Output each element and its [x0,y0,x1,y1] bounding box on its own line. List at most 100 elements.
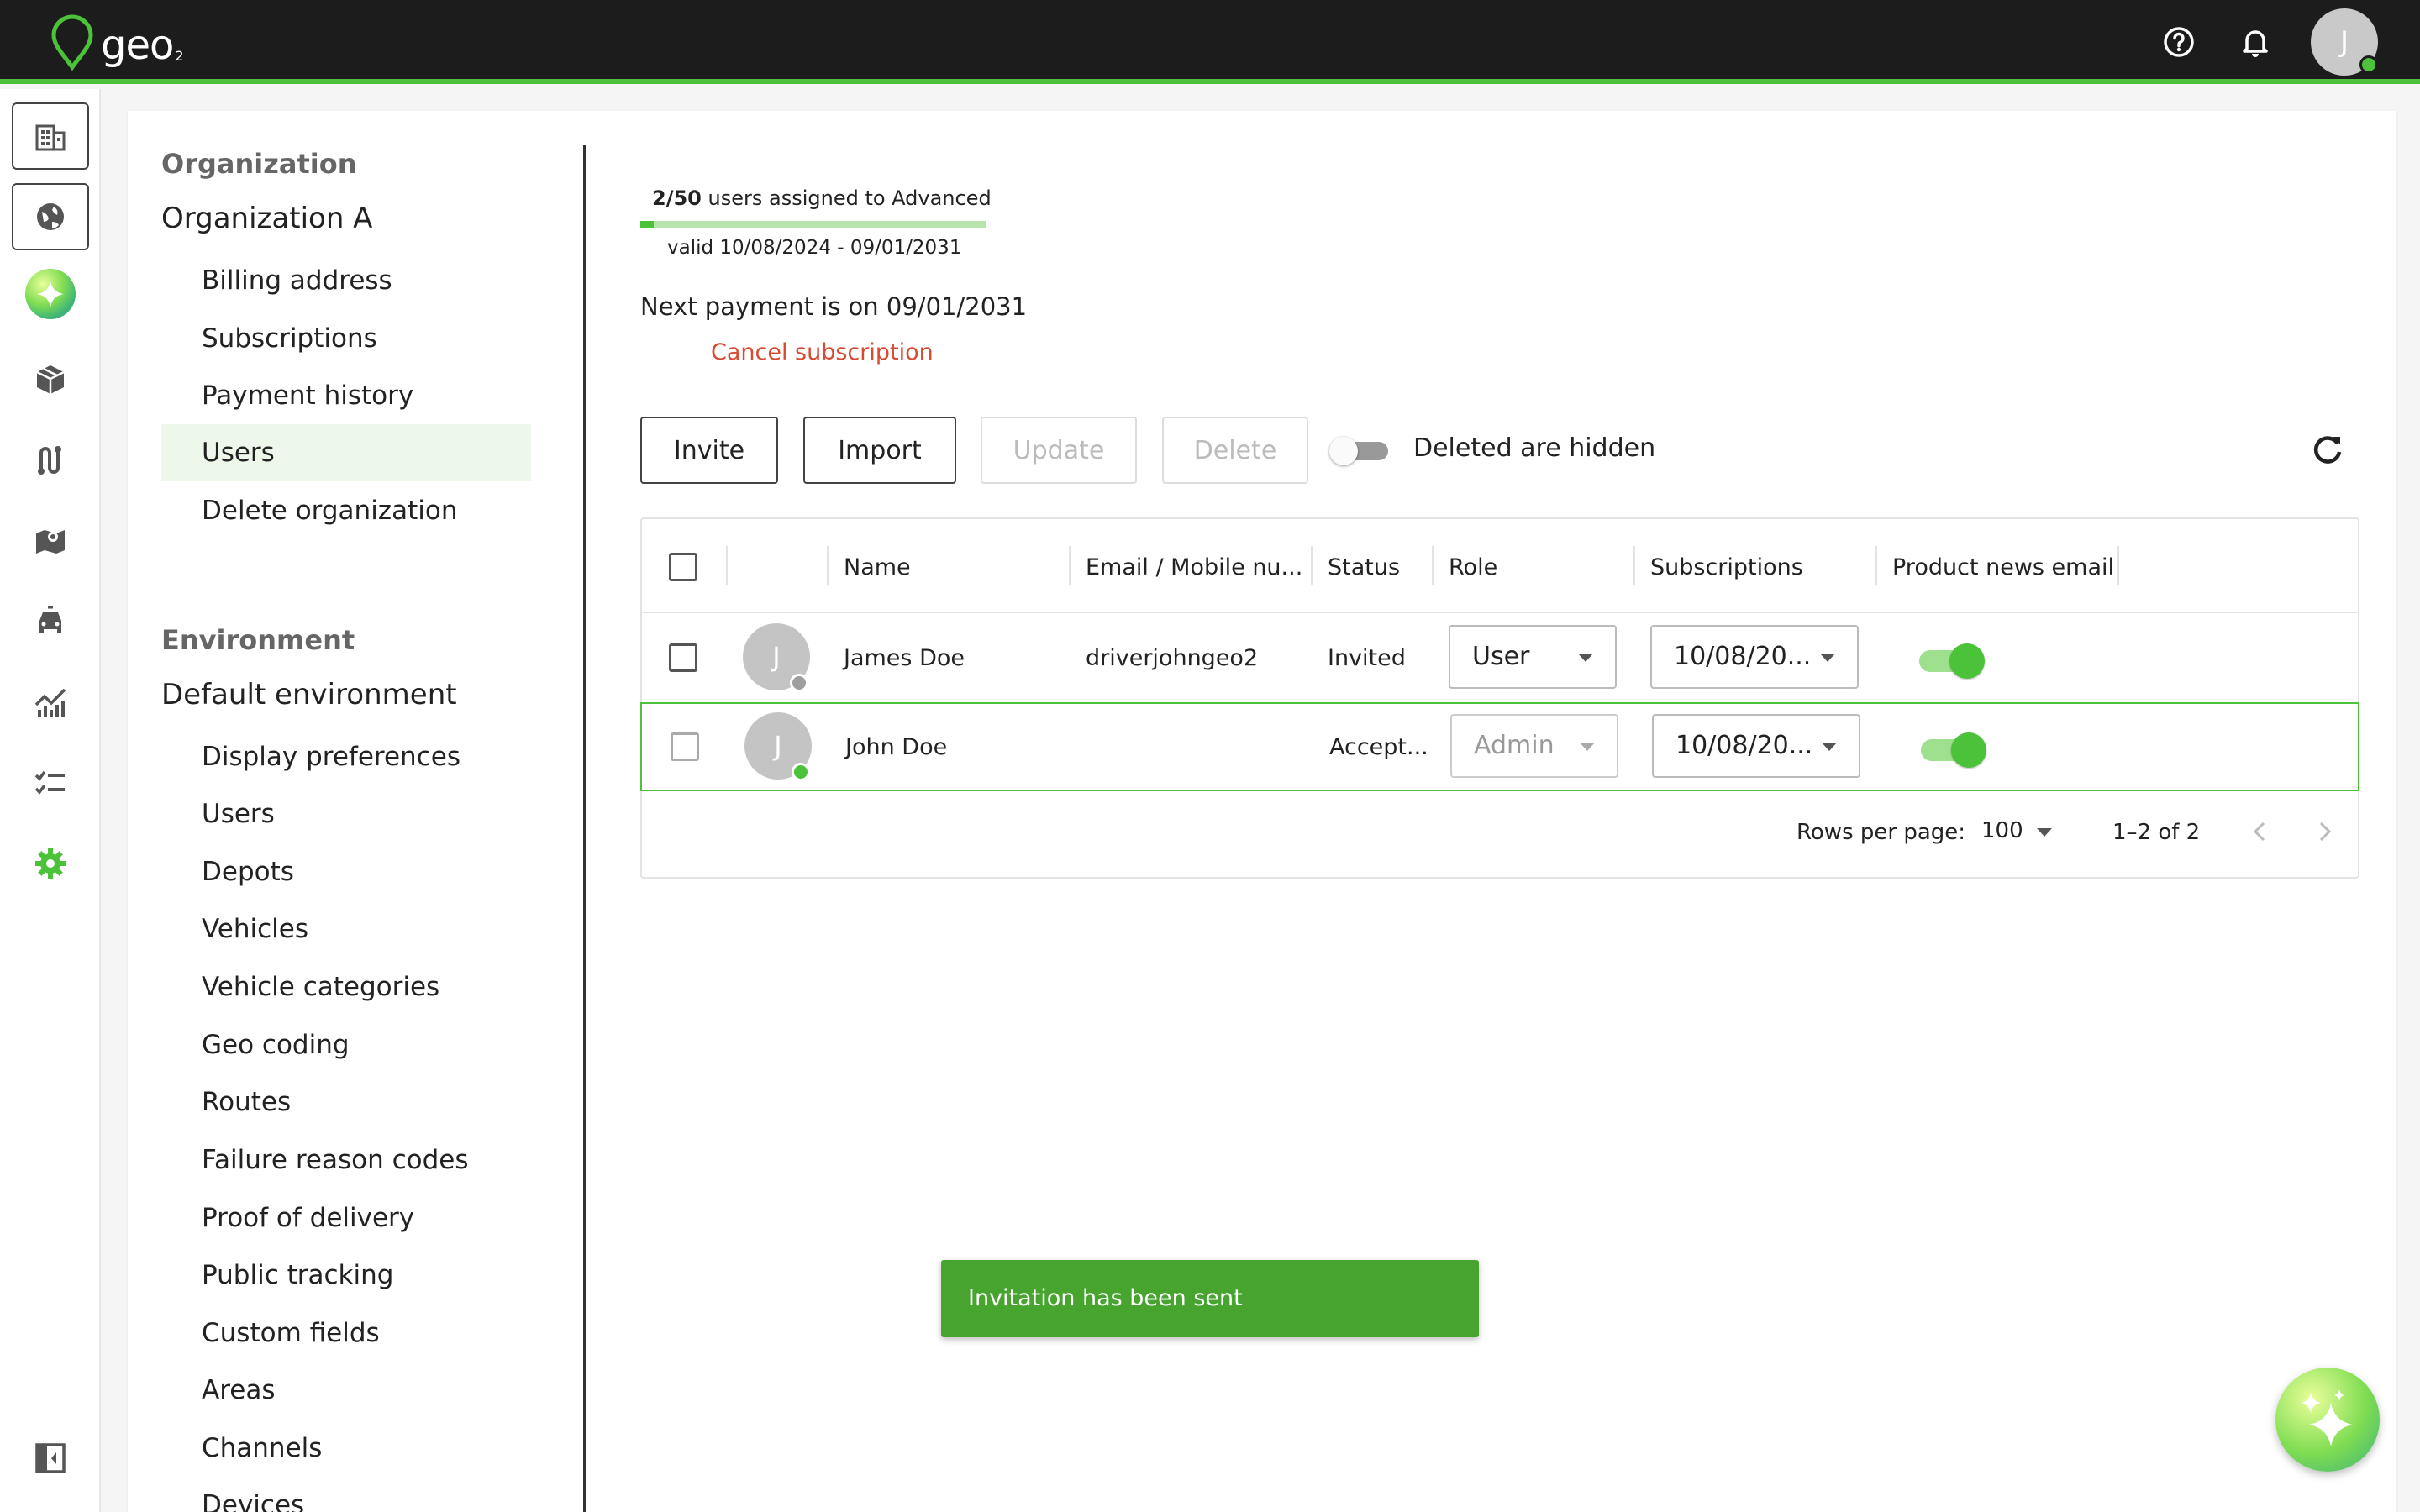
globe-icon[interactable] [12,183,89,250]
column-header-name[interactable]: Name [844,554,911,580]
building-icon[interactable] [12,102,89,170]
nav-item-routes[interactable]: Routes [161,1074,531,1131]
column-header-subscriptions[interactable]: Subscriptions [1650,554,1803,580]
bell-icon[interactable] [2233,20,2277,64]
user-initial: J [2339,25,2349,59]
row-checkbox[interactable] [669,643,697,672]
nav-item-depots[interactable]: Depots [161,843,531,900]
nav-item-users-active[interactable]: Users [161,424,531,481]
nav-item-vehicles[interactable]: Vehicles [161,900,531,958]
left-rail [0,89,101,1512]
nav-item-payment-history[interactable]: Payment history [161,367,531,424]
analytics-icon[interactable] [12,669,89,736]
role-select[interactable]: Admin [1450,714,1618,778]
cancel-subscription-link[interactable]: Cancel subscription [711,339,934,365]
nav-item-custom-fields[interactable]: Custom fields [161,1305,531,1362]
online-status-dot [2360,55,2378,74]
invitation-sent-snackbar: Invitation has been sent [941,1260,1479,1337]
column-separator [726,546,728,585]
nav-item-env-users[interactable]: Users [161,785,531,843]
top-bar: geo 2 J [0,0,2420,84]
nav-item-vehicle-categories[interactable]: Vehicle categories [161,958,531,1016]
environment-section-title: Environment [161,624,355,656]
subscription-value: 10/08/20... [1674,642,1812,671]
avatar-initial: J [772,641,781,673]
environment-name[interactable]: Default environment [161,678,457,711]
product-news-toggle[interactable] [1919,642,1985,679]
subscription-select[interactable]: 10/08/20... [1650,625,1859,689]
offline-status-dot [790,674,808,692]
collapse-sidebar-icon[interactable] [12,1425,89,1492]
nav-item-geo-coding[interactable]: Geo coding [161,1016,531,1074]
online-status-dot [792,763,810,781]
column-separator [1432,546,1434,585]
role-select[interactable]: User [1449,625,1617,689]
nav-item-failure-reason-codes[interactable]: Failure reason codes [161,1131,531,1189]
nav-item-public-tracking[interactable]: Public tracking [161,1247,531,1304]
column-header-role[interactable]: Role [1449,554,1497,580]
rows-per-page-label: Rows per page: [1797,820,1966,845]
next-page-icon[interactable] [2311,818,2338,848]
ai-sparkle-icon[interactable] [12,260,89,328]
nav-item-proof-of-delivery[interactable]: Proof of delivery [161,1189,531,1247]
role-value: User [1472,642,1530,671]
chevron-down-icon [1822,743,1837,751]
nav-item-billing-address[interactable]: Billing address [161,252,531,309]
subscription-select[interactable]: 10/08/20... [1652,714,1860,778]
subscription-usage-label: 2/50 users assigned to Advanced [652,186,992,210]
car-icon[interactable] [12,588,89,655]
column-separator [1634,546,1635,585]
user-avatar[interactable]: J [2311,8,2378,76]
toggle-knob [1951,732,1986,768]
nav-item-channels[interactable]: Channels [161,1420,531,1477]
nav-item-display-preferences[interactable]: Display preferences [161,728,531,785]
select-all-checkbox[interactable] [669,553,697,581]
ai-assistant-button[interactable] [2275,1368,2380,1472]
refresh-icon[interactable] [2307,430,2348,470]
product-news-toggle[interactable] [1921,731,1986,768]
user-status: Accept... [1329,734,1428,760]
column-separator [827,546,829,585]
column-header-status[interactable]: Status [1328,554,1400,580]
delete-button[interactable]: Delete [1162,417,1308,484]
next-payment-text: Next payment is on 09/01/2031 [640,292,1028,321]
map-icon[interactable] [12,507,89,575]
nav-item-areas[interactable]: Areas [161,1362,531,1419]
user-name: James Doe [844,645,965,671]
subscription-progress-bar [640,221,986,228]
nav-item-subscriptions[interactable]: Subscriptions [161,310,531,367]
organization-name[interactable]: Organization A [161,202,372,235]
update-button[interactable]: Update [981,417,1137,484]
checklist-icon[interactable] [12,749,89,816]
app-logo[interactable]: geo 2 [49,13,184,71]
package-icon[interactable] [12,346,89,413]
avatar-initial: J [774,730,782,762]
subscription-count-suffix: users assigned to Advanced [701,186,992,210]
sparkle-icon [2301,1389,2353,1446]
chevron-down-icon [1578,654,1593,662]
column-header-email[interactable]: Email / Mobile nu... [1086,554,1302,580]
avatar: J [743,623,810,692]
nav-item-devices[interactable]: Devices [161,1477,531,1512]
previous-page-icon[interactable] [2247,818,2274,848]
location-pin-icon [51,14,93,71]
rows-per-page-select[interactable]: 100 [1981,818,2057,843]
nav-item-delete-organization[interactable]: Delete organization [161,482,531,539]
column-separator [2118,546,2119,585]
column-separator [1876,546,1877,585]
toggle-knob [1329,437,1358,465]
help-icon[interactable] [2157,20,2201,64]
settings-icon[interactable] [12,830,89,897]
import-button[interactable]: Import [803,417,956,484]
column-header-product-news[interactable]: Product news email [1892,554,2114,580]
user-email: driverjohngeo2 [1086,645,1259,671]
column-separator [1311,546,1313,585]
invite-button[interactable]: Invite [640,417,778,484]
avatar: J [744,712,812,781]
panel-divider [583,145,586,1512]
row-checkbox[interactable] [671,732,699,761]
show-deleted-toggle[interactable] [1329,437,1393,465]
route-icon[interactable] [12,427,89,494]
column-separator [1069,546,1071,585]
toggle-knob [1949,643,1985,679]
